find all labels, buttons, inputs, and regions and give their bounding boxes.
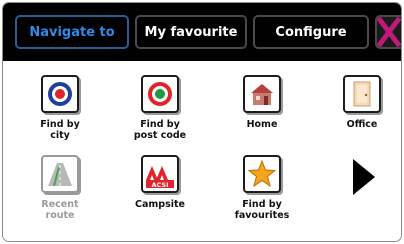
campsite-button[interactable]: ACSI Campsite bbox=[119, 155, 201, 210]
campsite-badge-text: ACSI bbox=[151, 181, 168, 189]
office-label: Office bbox=[346, 119, 378, 130]
door-icon bbox=[343, 75, 381, 113]
navigation-menu-window: Navigate to My favourite Configure Find … bbox=[2, 2, 402, 242]
recent-route-label: Recent route bbox=[41, 199, 79, 221]
close-button[interactable] bbox=[375, 15, 401, 49]
tab-my-favourite[interactable]: My favourite bbox=[135, 15, 247, 49]
find-by-city-button[interactable]: Find by city bbox=[19, 75, 101, 141]
home-button[interactable]: Home bbox=[221, 75, 303, 130]
star-icon bbox=[243, 155, 281, 193]
home-label: Home bbox=[246, 119, 278, 130]
tab-navigate-to[interactable]: Navigate to bbox=[15, 15, 129, 49]
find-by-post-code-label: Find by post code bbox=[133, 119, 187, 141]
play-arrow-icon bbox=[353, 159, 375, 195]
menu-grid: Find by city Find by post code Home Offi… bbox=[3, 61, 401, 241]
road-icon bbox=[41, 155, 79, 193]
campsite-label: Campsite bbox=[135, 199, 185, 210]
find-by-favourites-button[interactable]: Find by favourites bbox=[221, 155, 303, 221]
find-by-favourites-label: Find by favourites bbox=[234, 199, 290, 221]
tab-configure[interactable]: Configure bbox=[253, 15, 369, 49]
close-icon bbox=[376, 16, 401, 48]
find-by-post-code-button[interactable]: Find by post code bbox=[119, 75, 201, 141]
target-green-icon bbox=[141, 75, 179, 113]
office-button[interactable]: Office bbox=[321, 75, 401, 130]
find-by-city-label: Find by city bbox=[40, 119, 80, 141]
top-tab-bar: Navigate to My favourite Configure bbox=[3, 3, 401, 61]
recent-route-button[interactable]: Recent route bbox=[19, 155, 101, 221]
house-icon bbox=[243, 75, 281, 113]
target-icon bbox=[41, 75, 79, 113]
campsite-icon: ACSI bbox=[141, 155, 179, 193]
next-page-button[interactable] bbox=[349, 157, 377, 197]
